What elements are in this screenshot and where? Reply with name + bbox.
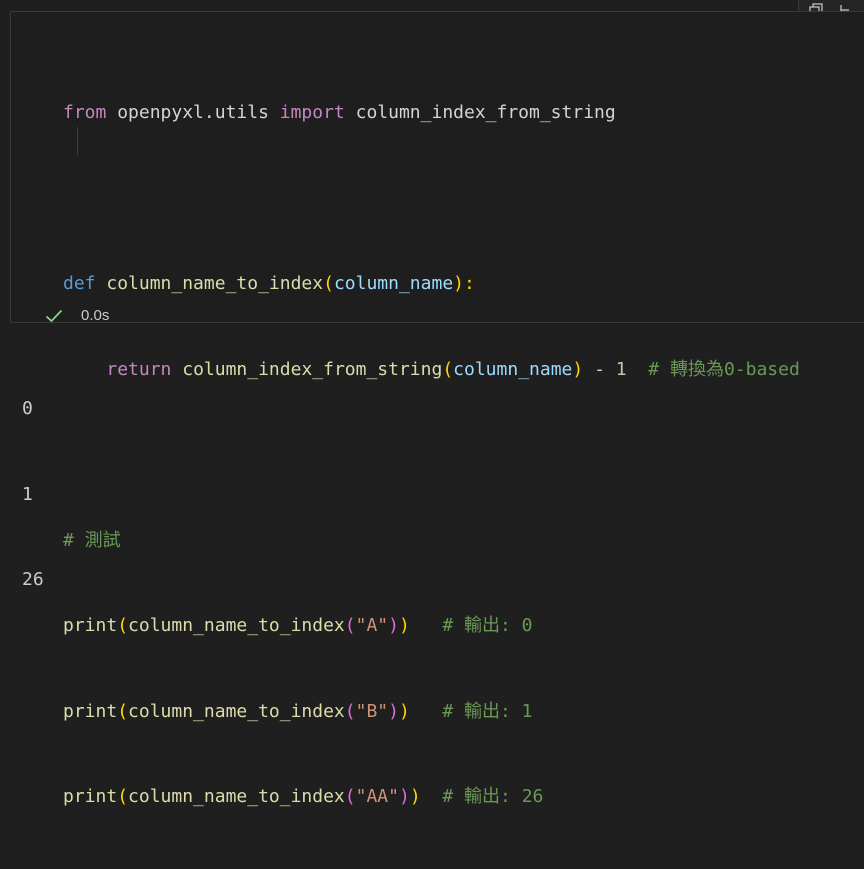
code-token: ) <box>398 786 410 807</box>
code-token: def <box>63 273 96 294</box>
code-token: return <box>106 358 172 380</box>
code-token: ) <box>388 700 399 722</box>
code-token: print <box>63 700 118 722</box>
code-token: ) <box>388 615 399 636</box>
code-token: "A" <box>355 615 389 636</box>
execution-time: 0.0s <box>81 307 110 324</box>
code-line: print(column_name_to_index("B")) # 輸出: 1 <box>63 698 800 727</box>
execution-status: 0.0s <box>45 307 109 324</box>
code-token: "AA" <box>355 786 399 807</box>
code-token: # 測試 <box>63 529 121 551</box>
code-token: print <box>63 615 118 636</box>
code-token: print <box>63 786 118 807</box>
code-token: import <box>279 102 345 123</box>
code-token: ) <box>398 615 410 636</box>
code-line: from openpyxl.utils import column_index_… <box>63 99 800 128</box>
code-editor[interactable]: from openpyxl.utils import column_index_… <box>63 42 800 869</box>
code-token: 1 <box>615 358 627 380</box>
code-token: column_name_to_index <box>128 786 345 807</box>
code-line: print(column_name_to_index("AA")) # 輸出: … <box>63 783 800 812</box>
check-icon <box>45 309 63 323</box>
code-token: ): <box>453 273 475 294</box>
code-token: column_name_to_index <box>128 615 345 636</box>
code-cell[interactable]: from openpyxl.utils import column_index_… <box>10 11 864 807</box>
code-token: "B" <box>355 700 389 722</box>
code-token: ( <box>117 615 129 636</box>
code-token: column_name <box>453 358 573 380</box>
code-token: # 輸出: 26 <box>420 786 544 807</box>
code-token: column_name_to_index <box>106 273 324 294</box>
code-token: ) <box>409 786 421 807</box>
cell-output: 0 1 26 <box>22 338 44 623</box>
code-token: ) <box>572 358 584 380</box>
code-token: column_index_from_string <box>344 102 616 123</box>
code-token: openpyxl.utils <box>106 102 280 123</box>
code-token: ( <box>117 786 129 807</box>
output-line: 1 <box>22 483 33 505</box>
code-token: ( <box>344 615 356 636</box>
code-token: # 輸出: 1 <box>409 700 533 722</box>
code-token: # 轉換為0-based <box>626 358 800 380</box>
output-line: 0 <box>22 398 33 419</box>
code-token: column_index_from_string <box>182 358 443 380</box>
code-token: column_name <box>333 273 454 294</box>
code-token: ( <box>117 700 129 722</box>
code-line: # 測試 <box>63 527 800 556</box>
code-token: # 輸出: 0 <box>409 615 533 636</box>
code-token: ( <box>442 358 454 380</box>
code-token: column_name_to_index <box>128 700 345 722</box>
code-line: return column_index_from_string(column_n… <box>63 356 800 385</box>
code-token: ) <box>398 700 410 722</box>
code-token: ( <box>344 786 356 807</box>
code-line: print(column_name_to_index("A")) # 輸出: 0 <box>63 612 800 641</box>
code-line: def column_name_to_index(column_name): <box>63 270 800 299</box>
code-token: ( <box>344 700 356 722</box>
code-token: - <box>583 358 616 380</box>
code-token: ( <box>323 273 334 294</box>
output-line: 26 <box>22 569 44 590</box>
code-token: from <box>63 102 107 123</box>
